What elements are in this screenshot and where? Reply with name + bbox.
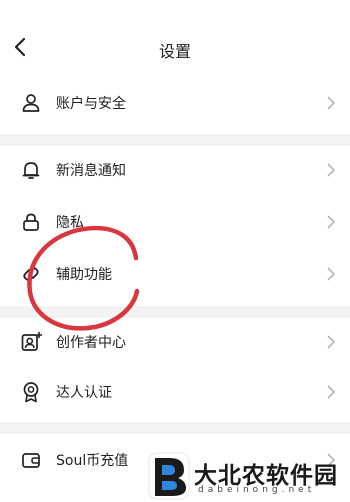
settings-item-label: 新消息通知 [56,163,126,179]
badge-icon [23,382,39,403]
lock-icon [23,213,39,231]
chevron-right-icon [327,335,336,349]
settings-item-creator-center[interactable]: 创作者中心 [0,323,350,363]
settings-item-privacy[interactable]: 隐私 [0,203,350,243]
settings-item-label: 隐私 [56,215,84,231]
watermark-logo-icon [148,452,190,500]
settings-item-accessibility[interactable]: 辅助功能 [0,255,350,295]
settings-item-notifications[interactable]: 新消息通知 [0,151,350,191]
settings-item-label: 账户与安全 [56,96,126,112]
page-title: 设置 [158,42,191,61]
settings-item-label: Soul币充值 [56,453,129,469]
link-icon [23,267,39,281]
chevron-right-icon [327,163,336,177]
chevron-right-icon [327,385,336,399]
watermark-subtitle: dabeinong.net [198,485,316,495]
section-divider [0,134,350,146]
bell-icon [22,162,40,179]
settings-item-label: 创作者中心 [56,335,126,351]
settings-item-label: 辅助功能 [56,267,112,283]
wallet-icon [22,453,40,468]
chevron-right-icon [327,267,336,281]
user-icon [22,94,40,112]
site-watermark: 大北农软件园 dabeinong.net [146,450,350,502]
settings-item-label: 达人认证 [56,385,112,401]
section-divider [0,306,350,318]
settings-item-account[interactable]: 账户与安全 [0,84,350,124]
section-divider [0,422,350,434]
chevron-right-icon [327,96,336,110]
chevron-right-icon [327,215,336,229]
settings-item-verification[interactable]: 达人认证 [0,373,350,413]
creator-icon [21,331,42,351]
header: 设置 [0,0,350,86]
